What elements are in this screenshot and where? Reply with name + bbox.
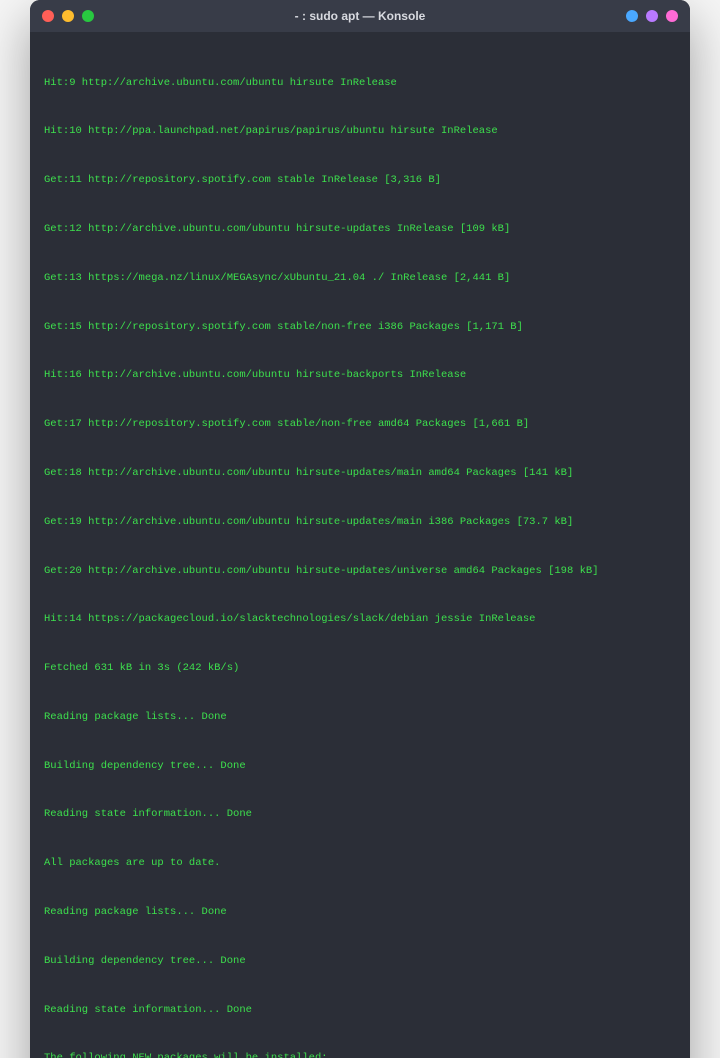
terminal-window: - : sudo apt — Konsole Hit:9 http://arch…: [30, 0, 690, 1058]
output-line: Hit:10 http://ppa.launchpad.net/papirus/…: [44, 123, 676, 139]
output-line: Get:20 http://archive.ubuntu.com/ubuntu …: [44, 563, 676, 579]
terminal-output[interactable]: Hit:9 http://archive.ubuntu.com/ubuntu h…: [30, 32, 690, 1058]
output-line: Get:18 http://archive.ubuntu.com/ubuntu …: [44, 465, 676, 481]
window-title: - : sudo apt — Konsole: [30, 9, 690, 23]
output-line: Building dependency tree... Done: [44, 758, 676, 774]
maximize-icon[interactable]: [82, 10, 94, 22]
indicator-dot-pink: [666, 10, 678, 22]
minimize-icon[interactable]: [62, 10, 74, 22]
output-line: Reading state information... Done: [44, 806, 676, 822]
indicator-dot-blue: [626, 10, 638, 22]
output-line: All packages are up to date.: [44, 855, 676, 871]
output-line: Get:11 http://repository.spotify.com sta…: [44, 172, 676, 188]
output-line: Get:15 http://repository.spotify.com sta…: [44, 319, 676, 335]
output-line: Reading package lists... Done: [44, 904, 676, 920]
output-line: Reading state information... Done: [44, 1002, 676, 1018]
titlebar: - : sudo apt — Konsole: [30, 0, 690, 32]
output-line: Hit:14 https://packagecloud.io/slacktech…: [44, 611, 676, 627]
close-icon[interactable]: [42, 10, 54, 22]
output-line: Building dependency tree... Done: [44, 953, 676, 969]
output-line: Get:13 https://mega.nz/linux/MEGAsync/xU…: [44, 270, 676, 286]
output-line: Hit:9 http://archive.ubuntu.com/ubuntu h…: [44, 75, 676, 91]
window-controls-left: [42, 10, 94, 22]
output-line: Get:12 http://archive.ubuntu.com/ubuntu …: [44, 221, 676, 237]
output-line: Get:19 http://archive.ubuntu.com/ubuntu …: [44, 514, 676, 530]
output-line: Get:17 http://repository.spotify.com sta…: [44, 416, 676, 432]
output-line: Hit:16 http://archive.ubuntu.com/ubuntu …: [44, 367, 676, 383]
indicator-dot-purple: [646, 10, 658, 22]
output-line: Reading package lists... Done: [44, 709, 676, 725]
output-line: Fetched 631 kB in 3s (242 kB/s): [44, 660, 676, 676]
output-line: The following NEW packages will be insta…: [44, 1050, 676, 1058]
window-controls-right: [626, 10, 678, 22]
